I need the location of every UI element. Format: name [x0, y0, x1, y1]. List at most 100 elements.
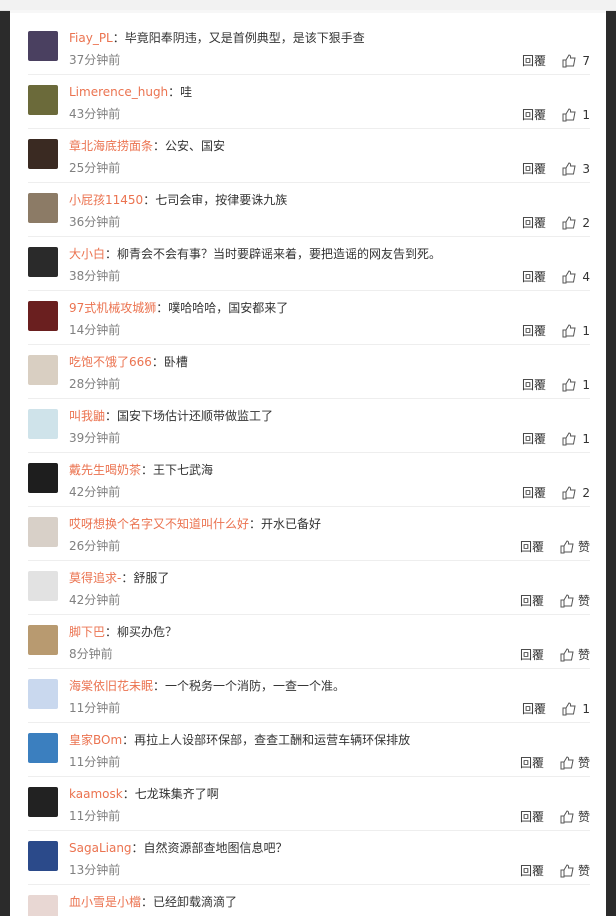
avatar[interactable] [28, 625, 58, 655]
username-link[interactable]: kaamosk [69, 787, 123, 801]
avatar[interactable] [28, 31, 58, 61]
like-icon[interactable] [560, 755, 574, 770]
like-count[interactable]: 赞 [578, 754, 590, 771]
username-link[interactable]: 皇家BOm [69, 733, 122, 747]
avatar[interactable] [28, 895, 58, 916]
like-count[interactable]: 赞 [578, 862, 590, 879]
comment-text: ：再拉上人设部环保部，查查工酬和运营车辆环保排放 [122, 733, 411, 747]
like-count[interactable]: 2 [580, 216, 590, 230]
avatar[interactable] [28, 463, 58, 493]
reply-button[interactable]: 回覆 [522, 484, 546, 501]
avatar[interactable] [28, 301, 58, 331]
like-count[interactable]: 1 [580, 702, 590, 716]
reply-button[interactable]: 回覆 [522, 160, 546, 177]
username-link[interactable]: 大小白 [69, 247, 105, 261]
username-link[interactable]: 脚下巴 [69, 625, 105, 639]
like-count[interactable]: 7 [580, 54, 590, 68]
comment-text: ：已经卸载滴滴了 [141, 895, 238, 909]
avatar[interactable] [28, 571, 58, 601]
comment-time: 8分钟前 [69, 647, 113, 661]
like-count[interactable]: 2 [580, 486, 590, 500]
comment-item: 哎呀想换个名字又不知道叫什么好：开水已备好 26分钟前 回覆 赞 [28, 508, 590, 561]
comment-text: ：哇 [168, 85, 193, 99]
like-count[interactable]: 赞 [578, 808, 590, 825]
comment-text: ：噗哈哈哈，国安都来了 [156, 301, 289, 315]
avatar[interactable] [28, 409, 58, 439]
like-icon[interactable] [562, 377, 576, 392]
username-link[interactable]: Limerence_hugh [69, 85, 168, 99]
like-icon[interactable] [560, 647, 574, 662]
like-icon[interactable] [560, 809, 574, 824]
username-link[interactable]: 哎呀想换个名字又不知道叫什么好 [69, 517, 249, 531]
reply-button[interactable]: 回覆 [520, 754, 544, 771]
like-icon[interactable] [562, 269, 576, 284]
avatar[interactable] [28, 841, 58, 871]
like-icon[interactable] [562, 485, 576, 500]
like-icon[interactable] [562, 323, 576, 338]
reply-button[interactable]: 回覆 [522, 700, 546, 717]
avatar[interactable] [28, 733, 58, 763]
comment-text: ：柳买办危？ [105, 625, 178, 639]
username-link[interactable]: 叫我鼬 [69, 409, 105, 423]
like-icon[interactable] [562, 161, 576, 176]
comment-item: 皇家BOm：再拉上人设部环保部，查查工酬和运营车辆环保排放 11分钟前 回覆 赞 [28, 724, 590, 777]
username-link[interactable]: 血小雪是小檔 [69, 895, 141, 909]
like-count[interactable]: 赞 [578, 646, 590, 663]
comment-text: ：自然资源部查地图信息吧？ [131, 841, 288, 855]
avatar[interactable] [28, 355, 58, 385]
reply-button[interactable]: 回覆 [520, 592, 544, 609]
reply-button[interactable]: 回覆 [522, 52, 546, 69]
like-count[interactable]: 4 [580, 270, 590, 284]
avatar[interactable] [28, 679, 58, 709]
reply-button[interactable]: 回覆 [522, 430, 546, 447]
comment-time: 42分钟前 [69, 593, 121, 607]
reply-button[interactable]: 回覆 [522, 214, 546, 231]
comment-time: 42分钟前 [69, 485, 121, 499]
like-icon[interactable] [560, 593, 574, 608]
comment-time: 26分钟前 [69, 539, 121, 553]
username-link[interactable]: 莫得追求- [69, 571, 121, 585]
avatar[interactable] [28, 139, 58, 169]
avatar[interactable] [28, 85, 58, 115]
avatar[interactable] [28, 787, 58, 817]
username-link[interactable]: 97式机械攻城狮 [69, 301, 156, 315]
comment-item: SagaLiang：自然资源部查地图信息吧？ 13分钟前 回覆 赞 [28, 832, 590, 885]
username-link[interactable]: 戴先生喝奶茶 [69, 463, 141, 477]
comment-time: 37分钟前 [69, 53, 121, 67]
like-count[interactable]: 1 [580, 108, 590, 122]
reply-button[interactable]: 回覆 [522, 268, 546, 285]
avatar[interactable] [28, 517, 58, 547]
username-link[interactable]: SagaLiang [69, 841, 132, 855]
comment-item: 章北海底捞面条铁粉：公安、国安 25分钟前 回覆 3 [28, 130, 590, 183]
comment-item: Limerence_hugh：哇 43分钟前 回覆 1 [28, 76, 590, 129]
like-count[interactable]: 1 [580, 432, 590, 446]
avatar[interactable] [28, 193, 58, 223]
like-icon[interactable] [562, 431, 576, 446]
like-icon[interactable] [562, 215, 576, 230]
reply-button[interactable]: 回覆 [522, 322, 546, 339]
like-icon[interactable] [560, 539, 574, 554]
like-icon[interactable] [560, 863, 574, 878]
avatar[interactable] [28, 247, 58, 277]
like-count[interactable]: 赞 [578, 592, 590, 609]
reply-button[interactable]: 回覆 [520, 538, 544, 555]
reply-button[interactable]: 回覆 [520, 646, 544, 663]
username-link[interactable]: 海棠依旧花未眠 [69, 679, 153, 693]
comment-item: 海棠依旧花未眠铁粉：一个税务一个消防，一查一个准。 11分钟前 回覆 1 [28, 670, 590, 723]
like-count[interactable]: 3 [580, 162, 590, 176]
username-link[interactable]: 吃饱不饿了666 [69, 355, 152, 369]
like-icon[interactable] [562, 701, 576, 716]
username-link[interactable]: 章北海底捞面条 [69, 139, 153, 153]
reply-button[interactable]: 回覆 [522, 106, 546, 123]
username-link[interactable]: Fiay_PL [69, 31, 113, 45]
like-count[interactable]: 赞 [578, 538, 590, 555]
like-count[interactable]: 1 [580, 324, 590, 338]
like-icon[interactable] [562, 107, 576, 122]
comment-text: ：七司会审，按律要诛九族 [143, 193, 288, 207]
reply-button[interactable]: 回覆 [520, 862, 544, 879]
like-count[interactable]: 1 [580, 378, 590, 392]
reply-button[interactable]: 回覆 [520, 808, 544, 825]
reply-button[interactable]: 回覆 [522, 376, 546, 393]
username-link[interactable]: 小屁孩11450 [69, 193, 143, 207]
like-icon[interactable] [562, 53, 576, 68]
